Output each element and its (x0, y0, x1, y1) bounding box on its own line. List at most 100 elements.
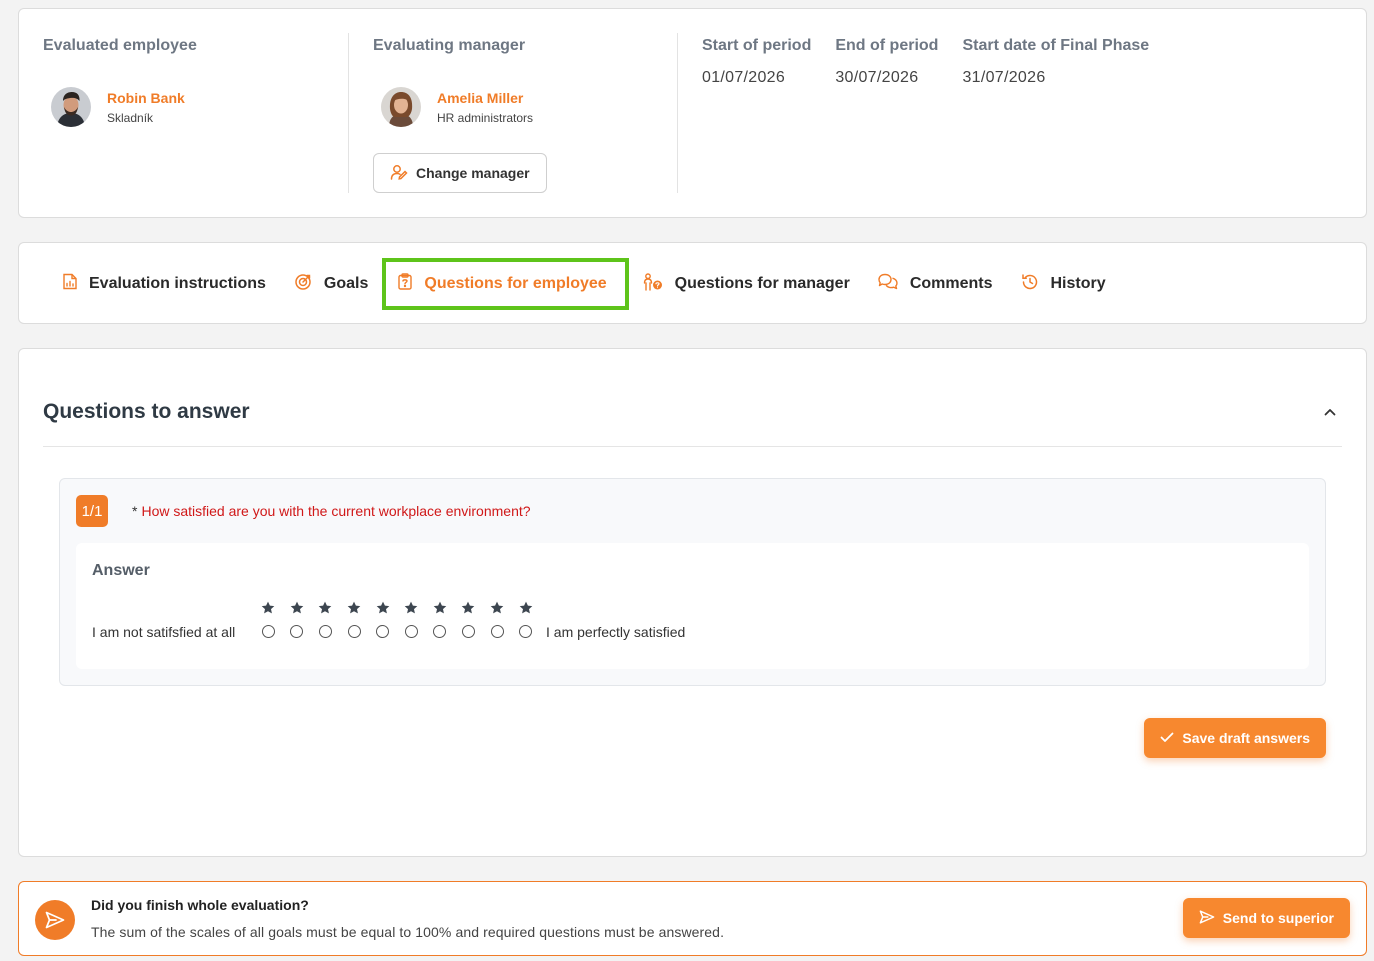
tab-label: History (1050, 275, 1106, 292)
chevron-up-icon (1324, 403, 1336, 421)
rating-radio[interactable] (290, 625, 304, 638)
tab-history[interactable]: History (1007, 258, 1120, 310)
manager-question-icon (643, 272, 663, 296)
tab-evaluation-instructions[interactable]: Evaluation instructions (49, 258, 280, 310)
send-to-superior-label: Send to superior (1222, 910, 1334, 926)
finish-evaluation-banner: Did you finish whole evaluation? The sum… (18, 881, 1367, 956)
star-icon (519, 601, 533, 619)
final-phase-start-label: Start date of Final Phase (962, 37, 1150, 54)
banner-title: Did you finish whole evaluation? (91, 897, 309, 913)
star-icon (347, 601, 361, 619)
star-icon (461, 601, 475, 619)
rating-option[interactable] (283, 601, 312, 638)
rating-radio[interactable] (490, 625, 504, 638)
employee-card: Robin Bank Skladník (51, 87, 348, 127)
save-draft-answers-button[interactable]: Save draft answers (1144, 718, 1326, 758)
rating-radio[interactable] (261, 625, 275, 638)
end-of-period: End of period 30/07/2026 (835, 33, 938, 87)
start-of-period-value: 01/07/2026 (702, 69, 786, 86)
rating-option[interactable] (454, 601, 483, 638)
question-label: How satisfied are you with the current w… (141, 503, 531, 519)
period-dates-section: Start of period 01/07/2026 End of period… (677, 33, 1337, 193)
rating-option[interactable] (254, 601, 283, 638)
save-draft-label: Save draft answers (1182, 730, 1310, 746)
final-phase-start-value: 31/07/2026 (962, 69, 1046, 86)
evaluating-manager-title: Evaluating manager (373, 37, 526, 54)
star-icon (433, 601, 447, 619)
rating-option[interactable] (311, 601, 340, 638)
manager-card: Amelia Miller HR administrators (381, 87, 677, 127)
employee-role: Skladník (107, 110, 154, 125)
evaluated-employee-title: Evaluated employee (43, 37, 197, 54)
tab-label: Questions for manager (674, 275, 850, 292)
final-phase-start: Start date of Final Phase 31/07/2026 (962, 33, 1149, 87)
chat-icon (878, 273, 898, 295)
manager-avatar (381, 87, 421, 127)
document-icon (63, 273, 77, 295)
rating-option[interactable] (483, 601, 512, 638)
user-edit-icon (390, 164, 408, 183)
star-icon (376, 601, 390, 619)
rating-option[interactable] (397, 601, 426, 638)
rating-radio[interactable] (404, 625, 418, 638)
scale-high-label: I am perfectly satisfied (546, 624, 686, 640)
start-of-period: Start of period 01/07/2026 (702, 33, 811, 87)
rating-radio[interactable] (347, 625, 361, 638)
rating-radio[interactable] (376, 625, 390, 638)
rating-radio[interactable] (519, 625, 533, 638)
tab-label: Goals (323, 275, 369, 292)
rating-option[interactable] (511, 601, 540, 638)
questions-header: Questions to answer (43, 377, 1342, 447)
rating-option[interactable] (368, 601, 397, 638)
rating-option[interactable] (426, 601, 455, 638)
star-icon (261, 601, 275, 619)
banner-text: The sum of the scales of all goals must … (91, 924, 725, 940)
tab-goals[interactable]: Goals (280, 258, 382, 310)
target-icon (294, 273, 312, 296)
star-icon (404, 601, 418, 619)
tab-questions-for-employee[interactable]: Questions for employee (382, 258, 629, 310)
end-of-period-label: End of period (835, 37, 939, 54)
required-mark: * (132, 503, 138, 519)
evaluation-info-card: Evaluated employee Robin Bank Skladník E… (18, 8, 1367, 218)
tab-label: Questions for employee (424, 275, 607, 292)
collapse-button[interactable] (1318, 400, 1342, 424)
question-number-badge: 1/1 (76, 495, 108, 527)
star-icon (290, 601, 304, 619)
change-manager-button[interactable]: Change manager (373, 153, 547, 193)
rating-scale (254, 601, 540, 638)
send-to-superior-button[interactable]: Send to superior (1182, 898, 1350, 938)
scale-low-label: I am not satifsfied at all (92, 624, 236, 640)
change-manager-label: Change manager (416, 165, 530, 181)
tab-label: Evaluation instructions (89, 275, 266, 292)
tab-label: Comments (909, 275, 993, 292)
star-icon (490, 601, 504, 619)
evaluating-manager-section: Evaluating manager Amelia Miller HR admi… (348, 33, 677, 193)
employee-avatar (51, 87, 91, 127)
questions-card: Questions to answer 1/1 * How satisfied a… (18, 348, 1367, 857)
check-icon (1160, 730, 1174, 746)
evaluated-employee-section: Evaluated employee Robin Bank Skladník (43, 33, 348, 193)
tab-comments[interactable]: Comments (864, 258, 1007, 310)
send-icon (35, 900, 75, 940)
rating-radio[interactable] (318, 625, 332, 638)
history-icon (1021, 273, 1039, 296)
employee-name-link[interactable]: Robin Bank (107, 90, 185, 106)
manager-role: HR administrators (437, 110, 534, 125)
manager-name-link[interactable]: Amelia Miller (437, 90, 533, 106)
start-of-period-label: Start of period (702, 37, 812, 54)
clipboard-icon (398, 273, 413, 295)
answer-label: Answer (92, 562, 150, 579)
star-icon (318, 601, 332, 619)
rating-radio[interactable] (433, 625, 447, 638)
evaluation-tabs-card: Evaluation instructions Goals Questions … (18, 242, 1367, 324)
tab-questions-for-manager[interactable]: Questions for manager (629, 258, 864, 310)
evaluation-tabs: Evaluation instructions Goals Questions … (49, 257, 1120, 311)
rating-radio[interactable] (461, 625, 475, 638)
questions-title: Questions to answer (43, 399, 250, 423)
question-text: * How satisfied are you with the current … (132, 503, 531, 519)
question-item: 1/1 * How satisfied are you with the curr… (59, 478, 1326, 686)
end-of-period-value: 30/07/2026 (835, 69, 919, 86)
send-icon (1199, 909, 1215, 927)
rating-option[interactable] (340, 601, 369, 638)
